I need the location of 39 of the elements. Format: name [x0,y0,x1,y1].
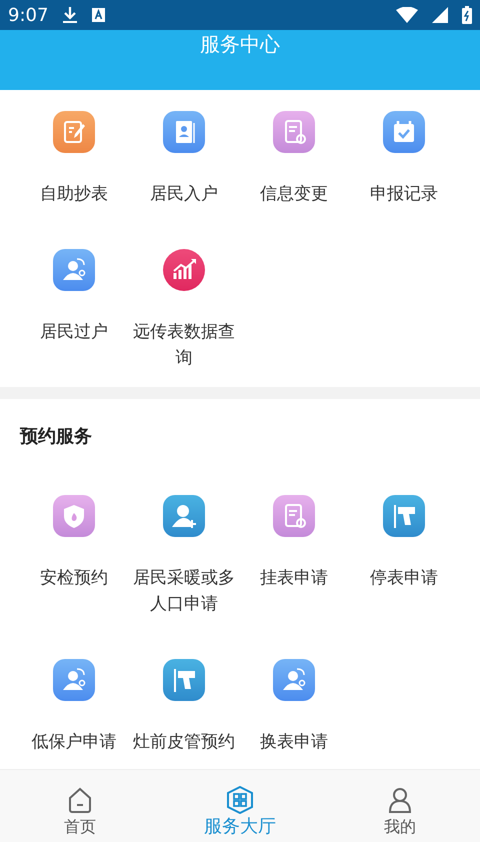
document-icon[interactable] [273,495,315,537]
contact-card-icon[interactable] [163,111,205,153]
service-label[interactable]: 居民入户 [129,181,239,207]
service-label[interactable]: 信息变更 [239,181,349,207]
drill-icon[interactable] [163,659,205,701]
service-label[interactable]: 居民采暖或多人口申请 [129,565,239,617]
user-icon [386,786,414,814]
grid-icon [226,786,254,814]
service-label[interactable]: 远传表数据查询 [129,319,239,371]
wifi-icon [396,7,418,23]
battery-icon [462,6,472,24]
service-label[interactable]: 挂表申请 [239,565,349,591]
calendar-icon[interactable] [383,111,425,153]
service-label[interactable]: 申报记录 [349,181,459,207]
status-time: 9:07 [8,4,48,26]
edit-icon[interactable] [53,111,95,153]
page-title: 服务中心 [200,31,280,58]
service-label[interactable]: 停表申请 [349,565,459,591]
person-icon[interactable] [53,249,95,291]
download-icon [62,6,78,24]
app-notification-icon [92,8,106,22]
service-label[interactable]: 居民过户 [19,319,129,345]
home-icon [66,786,94,814]
service-label[interactable]: 灶前皮管预约 [129,729,239,755]
add-user-icon[interactable] [163,495,205,537]
chart-icon[interactable] [163,249,205,291]
shield-icon[interactable] [53,495,95,537]
service-label[interactable]: 换表申请 [239,729,349,755]
drill-icon[interactable] [383,495,425,537]
service-label[interactable]: 自助抄表 [19,181,129,207]
service-label[interactable]: 安检预约 [19,565,129,591]
nav-tab[interactable]: 我的 [320,770,480,842]
section-title: 预约服务 [19,425,93,449]
signal-icon [432,7,448,23]
person-icon[interactable] [53,659,95,701]
document-icon[interactable] [273,111,315,153]
service-label[interactable]: 低保户申请 [19,729,129,755]
person-icon[interactable] [273,659,315,701]
nav-tab[interactable]: 首页 [0,770,160,842]
